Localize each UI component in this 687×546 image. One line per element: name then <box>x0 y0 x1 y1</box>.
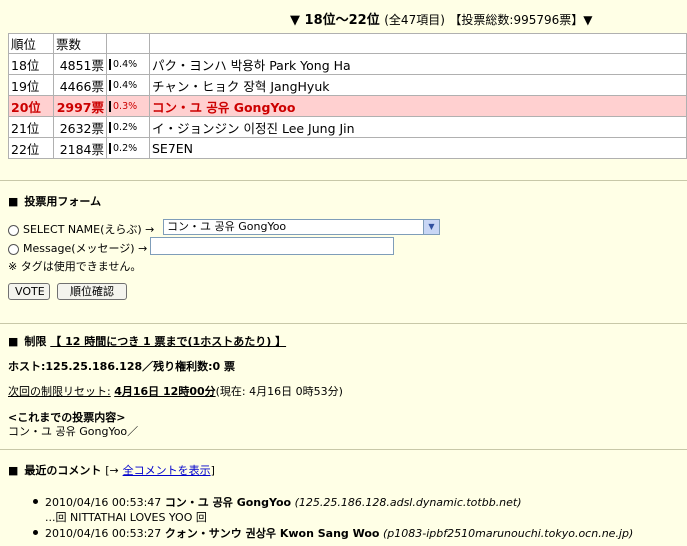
vote-bar <box>109 58 111 70</box>
comment-host: (p1083-ipbf2510marunouchi.tokyo.ocn.ne.j… <box>382 527 634 540</box>
rank-cell: 19位 <box>8 74 54 96</box>
bracket-open: [→ <box>105 464 119 477</box>
percent-cell: 0.2% <box>106 116 150 138</box>
range-label: ▼ 18位～22位 <box>290 13 380 28</box>
comments-title: 最近のコメント <box>24 464 102 477</box>
name-cell: イ・ジョンジン 이정진 Lee Jung Jin <box>149 116 687 138</box>
votes-cell: 4851票 <box>53 53 107 75</box>
comment-text: ...回 NITTATHAI LOVES YOO 回 <box>45 511 207 524</box>
name-cell: パク・ヨンハ 박용하 Park Yong Ha <box>149 53 687 75</box>
vote-bar <box>109 100 111 112</box>
rank-cell: 18位 <box>8 53 54 75</box>
vote-bar <box>109 142 111 154</box>
percent-label: 0.2% <box>113 121 138 133</box>
col-votes-header: 票数 <box>53 33 107 54</box>
square-bullet-icon: ■ <box>8 335 19 348</box>
rank-cell: 20位 <box>8 95 54 117</box>
divider <box>0 180 687 181</box>
percent-cell: 0.2% <box>106 137 150 159</box>
votes-cell: 2184票 <box>53 137 107 159</box>
rank-cell: 21位 <box>8 116 54 138</box>
limit-heading: ■ 制限 【 12 時間につき 1 票まで(1ホストあたり) 】 <box>8 333 286 349</box>
select-name-row: SELECT NAME(えらぶ) → <box>8 221 154 237</box>
limit-title: 制限 <box>24 335 47 348</box>
vote-form-title: 投票用フォーム <box>24 195 102 208</box>
select-name-radio[interactable] <box>8 224 19 236</box>
divider <box>0 323 687 324</box>
col-bar-header <box>106 33 150 54</box>
votes-cell: 2632票 <box>53 116 107 138</box>
show-all-comments-link[interactable]: 全コメントを表示 <box>123 464 211 477</box>
percent-cell: 0.4% <box>106 74 150 96</box>
percent-label: 0.2% <box>113 142 138 154</box>
total-items: (全47項目) <box>384 13 445 27</box>
comment-time: 2010/04/16 00:53:27 <box>45 527 162 540</box>
percent-label: 0.4% <box>113 79 138 91</box>
limit-rule: 【 12 時間につき 1 票まで(1ホストあたり) 】 <box>50 335 287 348</box>
vote-form-heading: ■ 投票用フォーム <box>8 193 101 209</box>
vote-bar <box>109 121 111 133</box>
message-radio[interactable] <box>8 243 19 255</box>
rank-check-button[interactable]: 順位確認 <box>57 283 127 300</box>
table-row: 18位 4851票 0.4% パク・ヨンハ 박용하 Park Yong Ha <box>8 53 687 75</box>
col-rank-header: 順位 <box>8 33 54 54</box>
message-label: Message(メッセージ) → <box>23 242 148 255</box>
table-row-highlighted: 20位 2997票 0.3% コン・ユ 공유 GongYoo <box>8 95 687 117</box>
percent-label: 0.4% <box>113 58 138 70</box>
comment-host: (125.25.186.128.adsl.dynamic.totbb.net) <box>294 496 522 509</box>
comment-name: クォン・サンウ 권상우 Kwon Sang Woo <box>164 527 380 540</box>
square-bullet-icon: ■ <box>8 464 19 477</box>
table-row: 21位 2632票 0.2% イ・ジョンジン 이정진 Lee Jung Jin <box>8 116 687 138</box>
comment-item: 2010/04/16 00:53:47 コン・ユ 공유 GongYoo (125… <box>45 494 522 510</box>
percent-cell: 0.3% <box>106 95 150 117</box>
reset-prefix: 次回の制限リセット: <box>8 385 111 398</box>
list-bullet-icon <box>33 530 38 535</box>
bracket-close: ] <box>210 464 215 477</box>
select-name-label: SELECT NAME(えらぶ) → <box>23 223 155 236</box>
ranking-table: 順位 票数 18位 4851票 0.4% パク・ヨンハ 박용하 Park Yon… <box>8 33 687 159</box>
host-line: ホスト:125.25.186.128／残り権利数:0 票 <box>8 360 236 373</box>
reset-time: 4月16日 12時00分 <box>114 385 216 398</box>
percent-label: 0.3% <box>113 100 138 112</box>
history-value: コン・ユ 공유 GongYoo／ <box>8 425 139 438</box>
comment-time: 2010/04/16 00:53:47 <box>45 496 162 509</box>
col-name-header <box>149 33 687 54</box>
name-cell: コン・ユ 공유 GongYoo <box>149 95 687 117</box>
square-bullet-icon: ■ <box>8 195 19 208</box>
name-select-value: コン・ユ 공유 GongYoo <box>167 220 287 233</box>
divider <box>0 449 687 450</box>
comments-heading: ■ 最近のコメント [→ 全コメントを表示] <box>8 462 215 478</box>
comment-name: コン・ユ 공유 GongYoo <box>164 496 292 509</box>
ranking-header: ▼ 18位～22位 (全47項目) 【投票総数:995796票】▼ <box>290 9 680 28</box>
table-header-row: 順位 票数 <box>8 33 687 54</box>
votes-cell: 4466票 <box>53 74 107 96</box>
comment-item: 2010/04/16 00:53:27 クォン・サンウ 권상우 Kwon San… <box>45 525 633 541</box>
reset-line: 次回の制限リセット: 4月16日 12時00分(現在: 4月16日 0時53分) <box>8 383 343 399</box>
total-votes: 【投票総数:995796票】▼ <box>449 13 593 27</box>
current-time: (現在: 4月16日 0時53分) <box>215 385 343 398</box>
table-row: 22位 2184票 0.2% SE7EN <box>8 137 687 159</box>
votes-cell: 2997票 <box>53 95 107 117</box>
tag-note: ※ タグは使用できません。 <box>8 260 142 273</box>
table-row: 19位 4466票 0.4% チャン・ヒョク 장혁 JangHyuk <box>8 74 687 96</box>
vote-bar <box>109 79 111 91</box>
name-cell: チャン・ヒョク 장혁 JangHyuk <box>149 74 687 96</box>
list-bullet-icon <box>33 499 38 504</box>
message-row: Message(メッセージ) → <box>8 240 147 256</box>
message-input[interactable] <box>150 237 394 255</box>
vote-button[interactable]: VOTE <box>8 283 50 300</box>
name-cell: SE7EN <box>149 137 687 159</box>
chevron-down-icon[interactable]: ▼ <box>423 220 439 234</box>
name-select[interactable]: コン・ユ 공유 GongYoo ▼ <box>163 219 440 235</box>
rank-cell: 22位 <box>8 137 54 159</box>
percent-cell: 0.4% <box>106 53 150 75</box>
